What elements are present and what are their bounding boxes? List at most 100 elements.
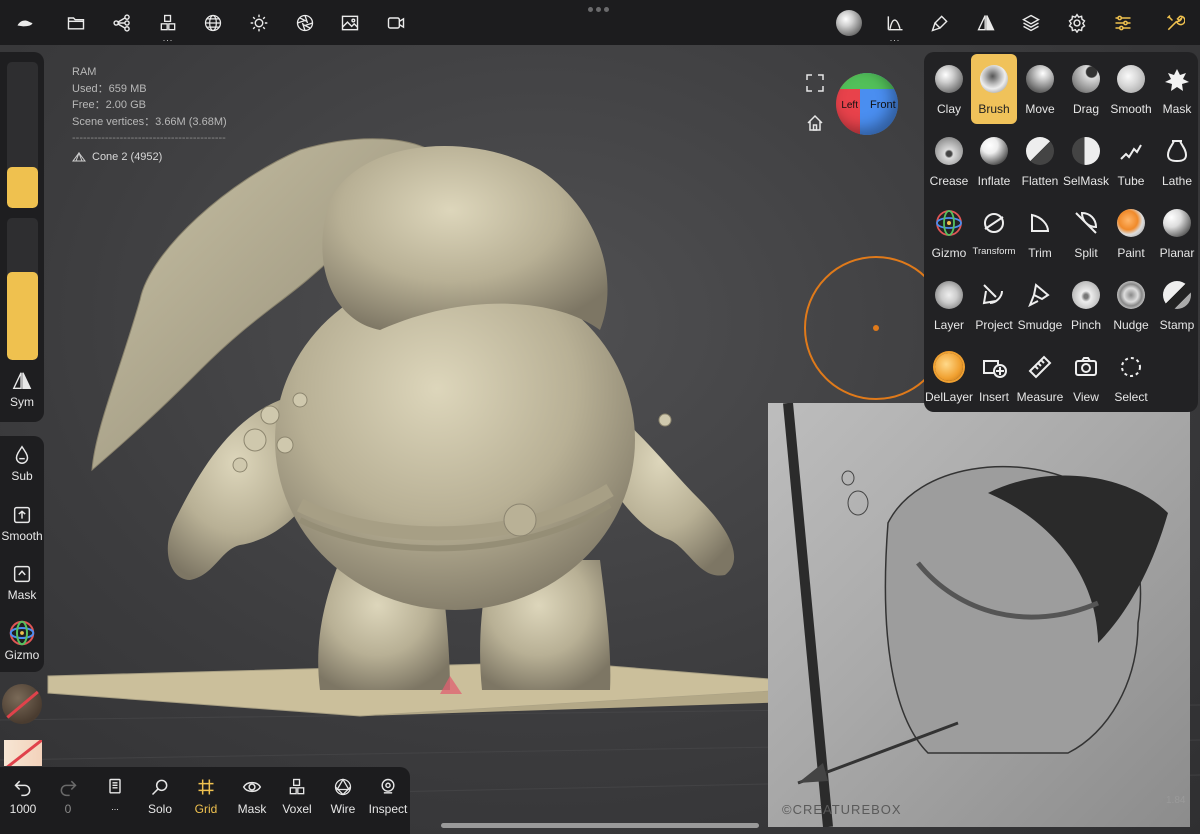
drag-handle[interactable]: [588, 7, 612, 12]
material-swatch-sphere[interactable]: [2, 684, 42, 724]
nomad-logo-icon[interactable]: [5, 0, 45, 45]
scene-tree-icon[interactable]: [102, 0, 142, 45]
grid-label: Grid: [194, 802, 218, 816]
undo-button[interactable]: 1000: [1, 777, 45, 816]
tool-label: Mask: [1162, 102, 1192, 116]
home-view-icon[interactable]: [806, 114, 824, 137]
tool-gizmo[interactable]: Gizmo: [926, 198, 972, 268]
paint-brush-icon[interactable]: [920, 0, 960, 45]
ram-free: Free：2.00 GB: [72, 99, 146, 111]
tool-label: Pinch: [1070, 318, 1102, 332]
tool-project[interactable]: Project: [971, 270, 1017, 340]
files-button[interactable]: ...: [93, 777, 137, 812]
tool-nudge[interactable]: Nudge: [1108, 270, 1154, 340]
drag-sphere-icon: [1071, 64, 1101, 94]
wrench-icon[interactable]: [1155, 0, 1195, 45]
grid-button[interactable]: Grid: [184, 777, 228, 816]
tool-view[interactable]: View: [1063, 342, 1109, 412]
folder-icon[interactable]: [56, 0, 96, 45]
tool-label: Transform: [972, 246, 1016, 257]
voxel-cubes-icon[interactable]: ...: [148, 0, 188, 45]
radius-slider[interactable]: [7, 62, 38, 208]
tool-drag[interactable]: Drag: [1063, 54, 1109, 124]
info-separator: ----------------------------------------…: [72, 132, 226, 144]
smooth-shortcut-button[interactable]: Smooth: [0, 504, 44, 543]
tool-mask[interactable]: Mask: [1154, 54, 1200, 124]
gizmo-shortcut-button[interactable]: Gizmo: [0, 618, 44, 662]
tool-flatten[interactable]: Flatten: [1017, 126, 1063, 196]
tool-clay[interactable]: Clay: [926, 54, 972, 124]
version-label: 1.84: [1166, 795, 1186, 806]
tool-label: Project: [975, 318, 1013, 332]
reference-image[interactable]: ©CREATUREBOX: [768, 403, 1190, 827]
light-sun-icon[interactable]: [239, 0, 279, 45]
tool-transform[interactable]: Transform: [971, 198, 1017, 268]
wire-button[interactable]: Wire: [321, 777, 365, 816]
intensity-slider-fill: [7, 271, 38, 360]
color-swatch[interactable]: [4, 740, 42, 766]
settings-icon[interactable]: [1057, 0, 1097, 45]
selected-object-name: Cone 2 (4952): [92, 150, 163, 163]
creature-body: [275, 270, 635, 610]
mesh-sphere-icon[interactable]: [193, 0, 233, 45]
home-indicator[interactable]: [441, 823, 759, 828]
select-lasso-icon: [1116, 352, 1146, 382]
tool-split[interactable]: Split: [1063, 198, 1109, 268]
tool-label: Tube: [1117, 174, 1145, 188]
layers-icon[interactable]: [1011, 0, 1051, 45]
tool-brush[interactable]: Brush: [971, 54, 1017, 124]
tube-curve-icon: [1116, 136, 1146, 166]
voxel-button[interactable]: Voxel: [275, 777, 319, 816]
fullscreen-icon[interactable]: [806, 74, 824, 97]
mask-splat-icon: [1162, 64, 1192, 94]
undo-icon: [14, 780, 31, 797]
tool-dellayer[interactable]: DelLayer: [925, 342, 973, 412]
tool-measure[interactable]: Measure: [1017, 342, 1063, 412]
tool-label: Trim: [1028, 246, 1052, 260]
stroke-curve-icon[interactable]: ...: [875, 0, 915, 45]
orientation-cube[interactable]: Left Front: [836, 73, 898, 135]
tool-stamp[interactable]: Stamp: [1154, 270, 1200, 340]
smooth-box-icon: [13, 506, 31, 524]
wire-label: Wire: [330, 802, 356, 816]
tool-smudge[interactable]: Smudge: [1017, 270, 1063, 340]
tool-insert[interactable]: Insert: [971, 342, 1017, 412]
tool-trim[interactable]: Trim: [1017, 198, 1063, 268]
smooth-sphere-icon: [1116, 64, 1146, 94]
tool-lathe[interactable]: Lathe: [1154, 126, 1200, 196]
orientation-left-label: Left: [841, 100, 858, 111]
image-icon[interactable]: [330, 0, 370, 45]
tool-label: SelMask: [1063, 174, 1110, 188]
tool-pinch[interactable]: Pinch: [1063, 270, 1109, 340]
symmetry-icon[interactable]: [966, 0, 1006, 45]
tool-layer[interactable]: Layer: [926, 270, 972, 340]
tool-smooth[interactable]: Smooth: [1108, 54, 1154, 124]
tool-tube[interactable]: Tube: [1108, 126, 1154, 196]
video-icon[interactable]: [376, 0, 416, 45]
tool-selmask[interactable]: SelMask: [1063, 126, 1109, 196]
sub-button[interactable]: Sub: [0, 444, 44, 483]
redo-button[interactable]: 0: [46, 777, 90, 816]
selected-object[interactable]: Cone 2 (4952): [72, 149, 227, 166]
tool-paint[interactable]: Paint: [1108, 198, 1154, 268]
inspect-button[interactable]: Inspect: [366, 777, 410, 816]
tool-settings-icon[interactable]: [1103, 0, 1143, 45]
tool-move[interactable]: Move: [1017, 54, 1063, 124]
camera-aperture-icon[interactable]: [285, 0, 325, 45]
selmask-sphere-icon: [1071, 136, 1101, 166]
tool-inflate[interactable]: Inflate: [971, 126, 1017, 196]
tool-label: Stamp: [1159, 318, 1195, 332]
solo-button[interactable]: Solo: [138, 777, 182, 816]
material-sphere-icon[interactable]: [829, 0, 869, 45]
mask-shortcut-button[interactable]: Mask: [0, 563, 44, 602]
solo-label: Solo: [147, 802, 173, 816]
sym-toggle[interactable]: Sym: [0, 370, 44, 409]
intensity-slider[interactable]: [7, 218, 38, 360]
tool-planar[interactable]: Planar: [1154, 198, 1200, 268]
planar-sphere-icon: [1162, 208, 1192, 238]
tool-select[interactable]: Select: [1108, 342, 1154, 412]
tool-crease[interactable]: Crease: [926, 126, 972, 196]
mask-visibility-button[interactable]: Mask: [230, 777, 274, 816]
project-icon: [979, 280, 1009, 310]
wireframe-sphere-icon: [334, 778, 352, 796]
